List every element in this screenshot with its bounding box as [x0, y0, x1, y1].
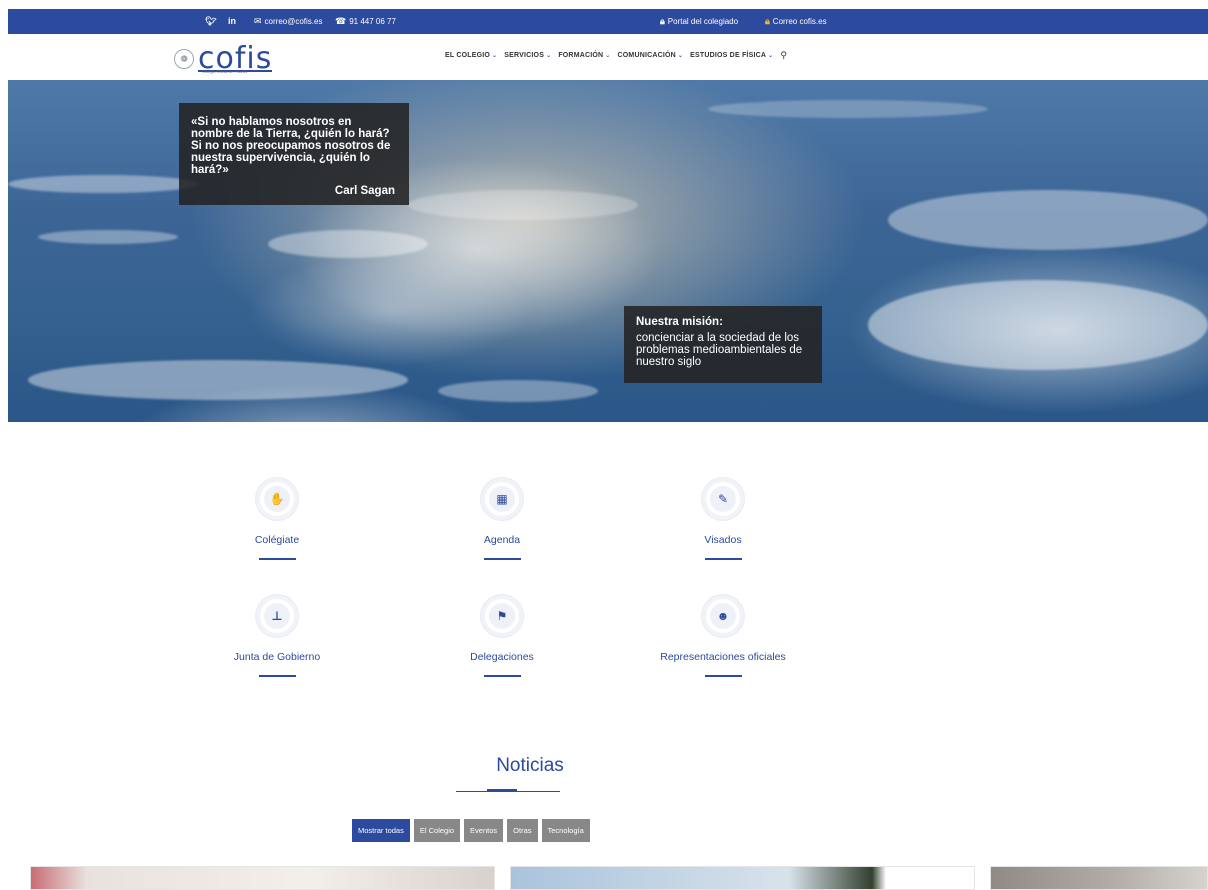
phone-link[interactable]: ☎ 91 447 06 77 [335, 9, 396, 34]
news-card[interactable] [990, 866, 1208, 890]
cloud-shape [708, 100, 988, 118]
icon-circle: ▦ [481, 478, 523, 520]
cloud-shape [28, 360, 408, 400]
hero-quote: «Si no hablamos nosotros en nombre de la… [179, 103, 409, 205]
underline [258, 675, 296, 677]
underline [483, 558, 521, 560]
mission-text: concienciar a la sociedad de los problem… [636, 332, 803, 368]
linkedin-link[interactable]: in [228, 9, 236, 34]
cloud-shape [438, 380, 598, 402]
email-link[interactable]: ✉ correo@cofis.es [254, 9, 322, 34]
search-icon[interactable]: ⚲ [780, 50, 787, 61]
chevron-down-icon: ⌄ [546, 53, 552, 59]
underline [704, 675, 742, 677]
news-card[interactable] [30, 866, 495, 890]
seal-icon: ❁ [174, 49, 194, 69]
filter-otras[interactable]: Otras [507, 819, 538, 842]
portal-link[interactable]: 🔒︎ Portal del colegiado [660, 9, 738, 34]
mission-title: Nuestra misión: [636, 316, 723, 328]
chevron-down-icon: ⌄ [677, 53, 684, 59]
news-section-title: Noticias [496, 755, 564, 776]
filter-el-colegio[interactable]: El Colegio [413, 819, 461, 842]
lock-icon: 🔒︎ [765, 16, 770, 26]
hero-banner: «Si no hablamos nosotros en nombre de la… [8, 80, 1208, 422]
nav-servicios[interactable]: SERVICIOS ⌄ [504, 52, 551, 59]
news-card[interactable] [510, 866, 975, 890]
quick-link-label: Colégiate [254, 534, 300, 546]
nav-label: ESTUDIOS DE FÍSICA [690, 52, 767, 59]
edit-icon: ✎ [710, 486, 736, 512]
nav-label: SERVICIOS [504, 52, 545, 59]
sitemap-icon: ⊥ [264, 603, 290, 629]
quick-link-junta-gobierno[interactable]: ⊥ Junta de Gobierno [197, 595, 357, 677]
webmail-link[interactable]: 🔒︎ Correo cofis.es [765, 9, 827, 34]
logo-tagline: Colegio Oficial de Físicos [202, 69, 248, 74]
cloud-shape [8, 175, 198, 193]
quote-author: Carl Sagan [334, 185, 395, 197]
quick-link-representaciones[interactable]: ☻ Representaciones oficiales [643, 595, 803, 677]
nav-comunicacion[interactable]: COMUNICACIÓN ⌄ [618, 52, 684, 59]
site-header: ❁ cofis Colegio Oficial de Físicos EL CO… [8, 34, 1208, 80]
chevron-down-icon: ⌄ [768, 53, 774, 59]
cloud-shape [408, 190, 638, 220]
nav-el-colegio[interactable]: EL COLEGIO ⌄ [445, 52, 497, 59]
nav-label: EL COLEGIO [445, 52, 491, 59]
cloud-shape [38, 230, 178, 244]
icon-circle: ✋ [256, 478, 298, 520]
news-filters: Mostrar todas El Colegio Eventos Otras T… [352, 819, 590, 842]
email-text: correo@cofis.es [264, 17, 323, 26]
cloud-shape [268, 230, 428, 258]
linkedin-icon: in [228, 16, 236, 26]
site-logo[interactable]: ❁ cofis Colegio Oficial de Físicos [174, 42, 273, 76]
quick-link-label: Representaciones oficiales [660, 651, 786, 663]
filter-mostrar-todas[interactable]: Mostrar todas [352, 819, 410, 842]
chevron-down-icon: ⌄ [605, 53, 611, 59]
lock-icon: 🔒︎ [660, 16, 665, 26]
phone-icon: ☎ [335, 16, 347, 26]
quick-link-visados[interactable]: ✎ Visados [643, 478, 803, 560]
underline [258, 558, 296, 560]
nav-label: FORMACIÓN [558, 52, 604, 59]
filter-eventos[interactable]: Eventos [464, 819, 504, 842]
handshake-icon: ✋ [264, 486, 290, 512]
title-divider-accent [487, 789, 517, 792]
calendar-icon: ▦ [489, 486, 515, 512]
nav-label: COMUNICACIÓN [617, 52, 676, 59]
icon-circle: ⚑ [481, 595, 523, 637]
underline [704, 558, 742, 560]
users-icon: ☻ [710, 603, 736, 629]
main-nav: EL COLEGIO ⌄ SERVICIOS ⌄ FORMACIÓN ⌄ COMUNI… [445, 50, 787, 61]
quick-link-label: Junta de Gobierno [233, 651, 321, 663]
icon-circle: ⊥ [256, 595, 298, 637]
filter-tecnologia[interactable]: Tecnología [541, 819, 590, 842]
phone-text: 91 447 06 77 [349, 17, 396, 26]
quote-text: «Si no hablamos nosotros en nombre de la… [191, 116, 391, 176]
quick-link-colegiate[interactable]: ✋ Colégiate [197, 478, 357, 560]
quick-link-label: Delegaciones [470, 651, 534, 663]
underline [483, 675, 521, 677]
quick-link-label: Agenda [483, 534, 521, 546]
flag-icon: ⚑ [489, 603, 515, 629]
top-bar: 🐦︎ in ✉ correo@cofis.es ☎ 91 447 06 77 🔒… [8, 9, 1208, 34]
icon-circle: ✎ [702, 478, 744, 520]
chevron-down-icon: ⌄ [492, 53, 498, 59]
quick-link-label: Visados [704, 534, 742, 546]
twitter-icon: 🐦︎ [205, 16, 217, 26]
quick-link-agenda[interactable]: ▦ Agenda [422, 478, 582, 560]
cloud-shape [888, 190, 1208, 250]
cloud-shape [868, 280, 1208, 370]
nav-formacion[interactable]: FORMACIÓN ⌄ [558, 52, 610, 59]
envelope-icon: ✉ [254, 16, 262, 26]
mission-statement: Nuestra misión: concienciar a la socieda… [624, 306, 822, 383]
icon-circle: ☻ [702, 595, 744, 637]
quick-link-delegaciones[interactable]: ⚑ Delegaciones [422, 595, 582, 677]
twitter-link[interactable]: 🐦︎ [205, 9, 216, 34]
nav-estudios-fisica[interactable]: ESTUDIOS DE FÍSICA ⌄ [690, 52, 773, 59]
portal-text: Portal del colegiado [667, 17, 739, 26]
webmail-text: Correo cofis.es [772, 17, 827, 26]
